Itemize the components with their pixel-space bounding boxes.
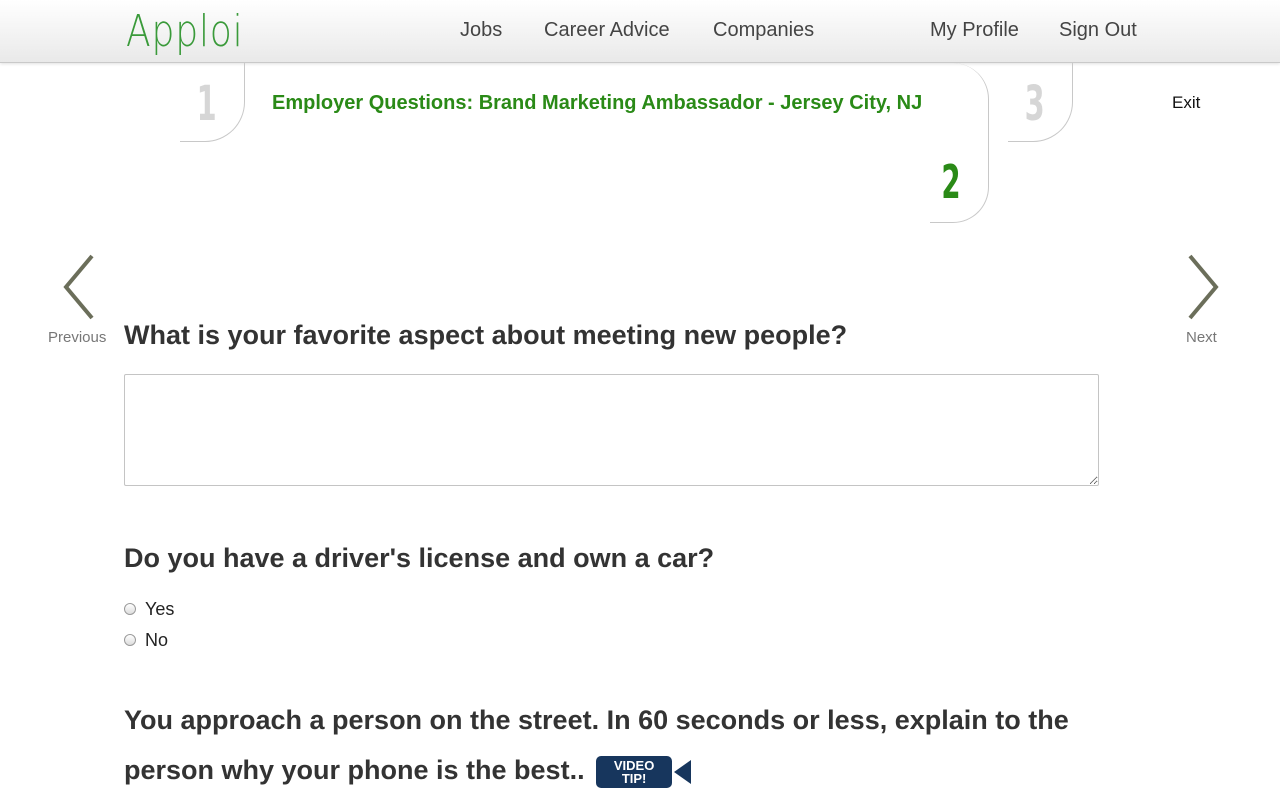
nav-link-jobs[interactable]: Jobs (460, 19, 502, 42)
nav-link-my-profile[interactable]: My Profile (930, 19, 1019, 42)
apploi-logo[interactable]: Apploi (126, 6, 244, 58)
exit-link[interactable]: Exit (1172, 93, 1200, 113)
video-tip-line2: TIP! (621, 770, 647, 786)
radio-label-yes: Yes (145, 598, 175, 619)
radio-option-yes[interactable]: Yes (124, 598, 174, 620)
question-1-text: What is your favorite aspect about meeti… (124, 320, 848, 350)
video-tip-button[interactable]: VIDEO TIP! (596, 755, 692, 788)
nav-link-sign-out[interactable]: Sign Out (1059, 19, 1137, 42)
video-tip-line1: VIDEO (613, 757, 655, 773)
chevron-left-icon[interactable] (60, 252, 100, 322)
step-3-number[interactable]: 3 (1025, 76, 1045, 132)
question-3: You approach a person on the street. In … (124, 695, 1104, 795)
video-tip-badge: VIDEO TIP! (596, 755, 673, 788)
nav-link-companies[interactable]: Companies (713, 19, 814, 42)
nav-link-career-advice[interactable]: Career Advice (544, 19, 670, 42)
question-2-text: Do you have a driver's license and own a… (124, 543, 715, 573)
next-label[interactable]: Next (1186, 329, 1217, 346)
radio-button-no[interactable] (124, 634, 136, 646)
top-navbar: Apploi Jobs Career Advice Companies My P… (0, 0, 1280, 63)
video-camera-icon (674, 759, 692, 784)
radio-label-no: No (145, 629, 169, 650)
step-2-number: 2 (941, 155, 961, 209)
previous-label[interactable]: Previous (48, 329, 106, 346)
radio-option-no[interactable]: No (124, 629, 168, 651)
step-1-number[interactable]: 1 (197, 76, 217, 132)
radio-button-yes[interactable] (124, 603, 136, 615)
question-1-answer-input[interactable] (124, 374, 1099, 486)
step-2-title: Employer Questions: Brand Marketing Amba… (272, 92, 923, 114)
chevron-right-icon[interactable] (1182, 252, 1222, 322)
